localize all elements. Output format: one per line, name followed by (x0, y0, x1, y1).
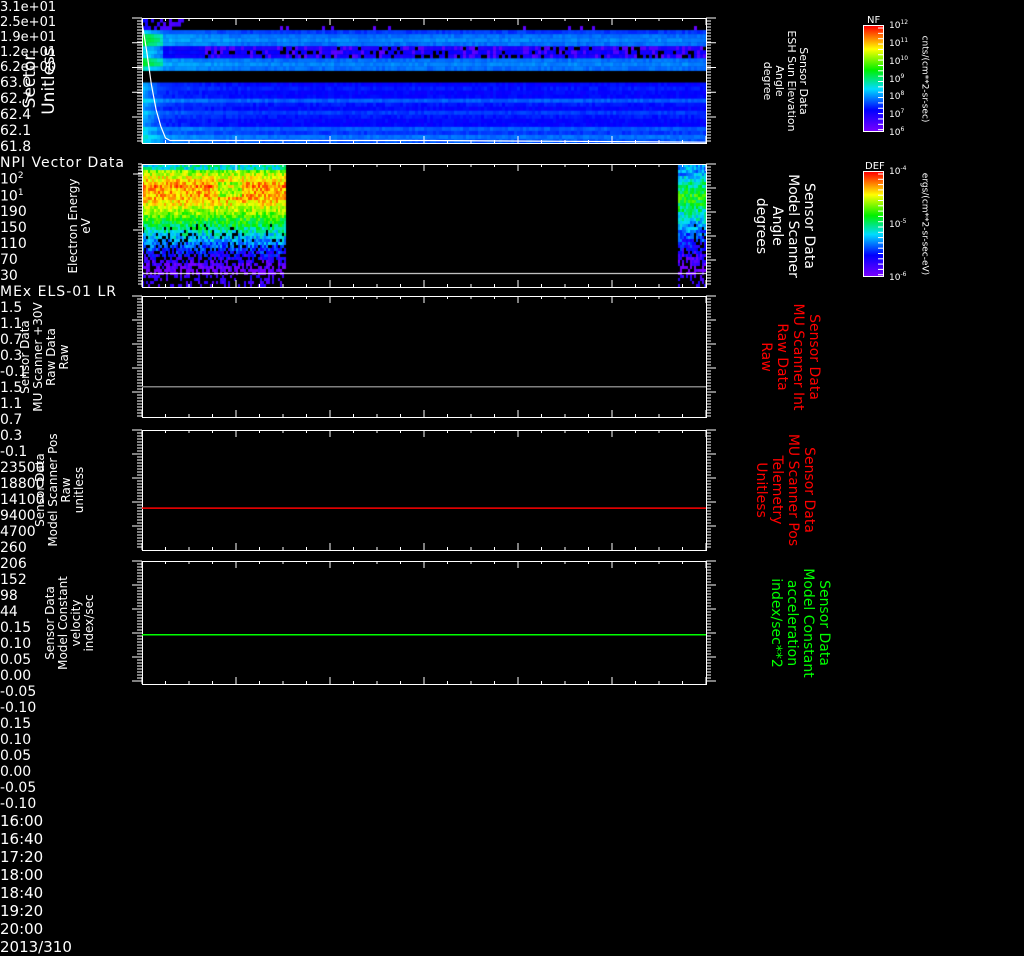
x-tick-label: 20:00 (0, 920, 44, 939)
x-tick-label: 18:40 (0, 884, 44, 903)
y2-tick-label: 0.10 (0, 732, 32, 749)
axes-overlay (132, 17, 883, 684)
y2-tick-label: -0.05 (0, 780, 37, 797)
y2-tick-label: 0.15 (0, 716, 32, 733)
x-tick-label: 17:20 (0, 848, 44, 867)
x-tick-label: 16:00 (0, 812, 44, 831)
x-tick-label: 16:40 (0, 830, 44, 849)
y2-tick-label: 0.05 (0, 748, 32, 765)
x-tick-label: 18:00 (0, 866, 44, 885)
plot-root: 3.1e+01 2.5e+01 1.9e+01 1.2e+01 6.2e+00 63.0 6… (0, 0, 1024, 956)
y2-tick-label: -0.10 (0, 796, 37, 813)
y2-tick-label: 0.00 (0, 764, 32, 781)
x-tick-label: 19:20 (0, 902, 44, 921)
sun-elevation-line (141, 22, 707, 143)
x-axis-date: 2013/310 (0, 938, 72, 956)
